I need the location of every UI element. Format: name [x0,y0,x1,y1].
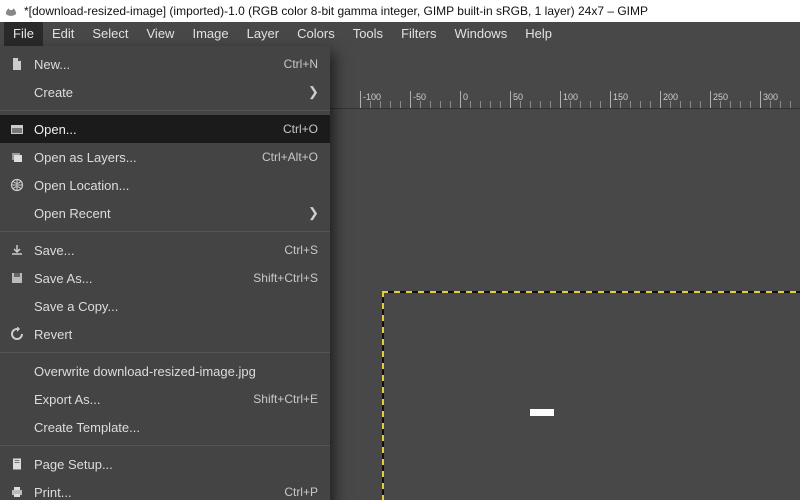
menu-windows[interactable]: Windows [445,22,516,46]
blank-icon [8,204,26,222]
chevron-right-icon: ❯ [308,84,318,100]
file-export-as[interactable]: Export As... Shift+Ctrl+E [0,385,330,413]
menu-view[interactable]: View [138,22,184,46]
menu-item-label: Open... [34,122,283,137]
menu-item-accel: Ctrl+Alt+O [262,150,318,164]
file-open-as-layers[interactable]: Open as Layers... Ctrl+Alt+O [0,143,330,171]
menu-item-label: Export As... [34,392,253,407]
page-setup-icon [8,455,26,473]
menu-help[interactable]: Help [516,22,561,46]
menu-bar: File Edit Select View Image Layer Colors… [0,22,800,46]
work-area: -100-50050100150200250300350 New... Ctrl… [0,46,800,500]
canvas-image[interactable] [530,409,554,416]
menu-separator [0,445,330,446]
menu-colors[interactable]: Colors [288,22,344,46]
file-save[interactable]: Save... Ctrl+S [0,236,330,264]
menu-separator [0,231,330,232]
layers-icon [8,148,26,166]
file-menu-dropdown: New... Ctrl+N Create ❯ Open... Ctrl+O Op… [0,46,330,500]
file-overwrite[interactable]: Overwrite download-resized-image.jpg [0,357,330,385]
file-create[interactable]: Create ❯ [0,78,330,106]
file-page-setup[interactable]: Page Setup... [0,450,330,478]
menu-file[interactable]: File [4,22,43,46]
file-revert[interactable]: Revert [0,320,330,348]
menu-item-label: Print... [34,485,284,500]
menu-item-label: Page Setup... [34,457,318,472]
selection-marching-ants [382,291,800,500]
blank-icon [8,362,26,380]
menu-tools[interactable]: Tools [344,22,392,46]
menu-item-label: Open Location... [34,178,318,193]
blank-icon [8,390,26,408]
gimp-app-icon [4,4,18,18]
menu-item-accel: Shift+Ctrl+E [253,392,318,406]
file-create-template[interactable]: Create Template... [0,413,330,441]
file-save-as[interactable]: Save As... Shift+Ctrl+S [0,264,330,292]
file-open-location[interactable]: Open Location... [0,171,330,199]
menu-item-label: Open as Layers... [34,150,262,165]
revert-icon [8,325,26,343]
menu-item-accel: Shift+Ctrl+S [253,271,318,285]
blank-icon [8,297,26,315]
globe-icon [8,176,26,194]
menu-item-accel: Ctrl+N [284,57,318,71]
chevron-right-icon: ❯ [308,205,318,221]
menu-item-label: Save... [34,243,284,258]
menu-item-label: Revert [34,327,318,342]
menu-item-label: Save As... [34,271,253,286]
menu-separator [0,352,330,353]
file-open[interactable]: Open... Ctrl+O [0,115,330,143]
file-print[interactable]: Print... Ctrl+P [0,478,330,500]
menu-filters[interactable]: Filters [392,22,445,46]
menu-separator [0,110,330,111]
menu-select[interactable]: Select [83,22,137,46]
file-open-recent[interactable]: Open Recent ❯ [0,199,330,227]
menu-item-label: Overwrite download-resized-image.jpg [34,364,318,379]
menu-layer[interactable]: Layer [238,22,289,46]
save-as-icon [8,269,26,287]
menu-item-label: Create Template... [34,420,318,435]
ruler-horizontal: -100-50050100150200250300350 [330,91,800,109]
blank-icon [8,418,26,436]
window-title: *[download-resized-image] (imported)-1.0… [24,4,648,18]
save-icon [8,241,26,259]
document-new-icon [8,55,26,73]
file-save-copy[interactable]: Save a Copy... [0,292,330,320]
blank-icon [8,83,26,101]
menu-item-accel: Ctrl+O [283,122,318,136]
menu-item-accel: Ctrl+P [284,485,318,499]
menu-item-label: Open Recent [34,206,308,221]
menu-item-label: Create [34,85,308,100]
file-new[interactable]: New... Ctrl+N [0,50,330,78]
menu-image[interactable]: Image [183,22,237,46]
title-bar: *[download-resized-image] (imported)-1.0… [0,0,800,22]
print-icon [8,483,26,500]
canvas-viewport[interactable] [330,109,800,500]
menu-edit[interactable]: Edit [43,22,83,46]
menu-item-accel: Ctrl+S [284,243,318,257]
menu-item-label: New... [34,57,284,72]
menu-item-label: Save a Copy... [34,299,318,314]
folder-image-icon [8,120,26,138]
